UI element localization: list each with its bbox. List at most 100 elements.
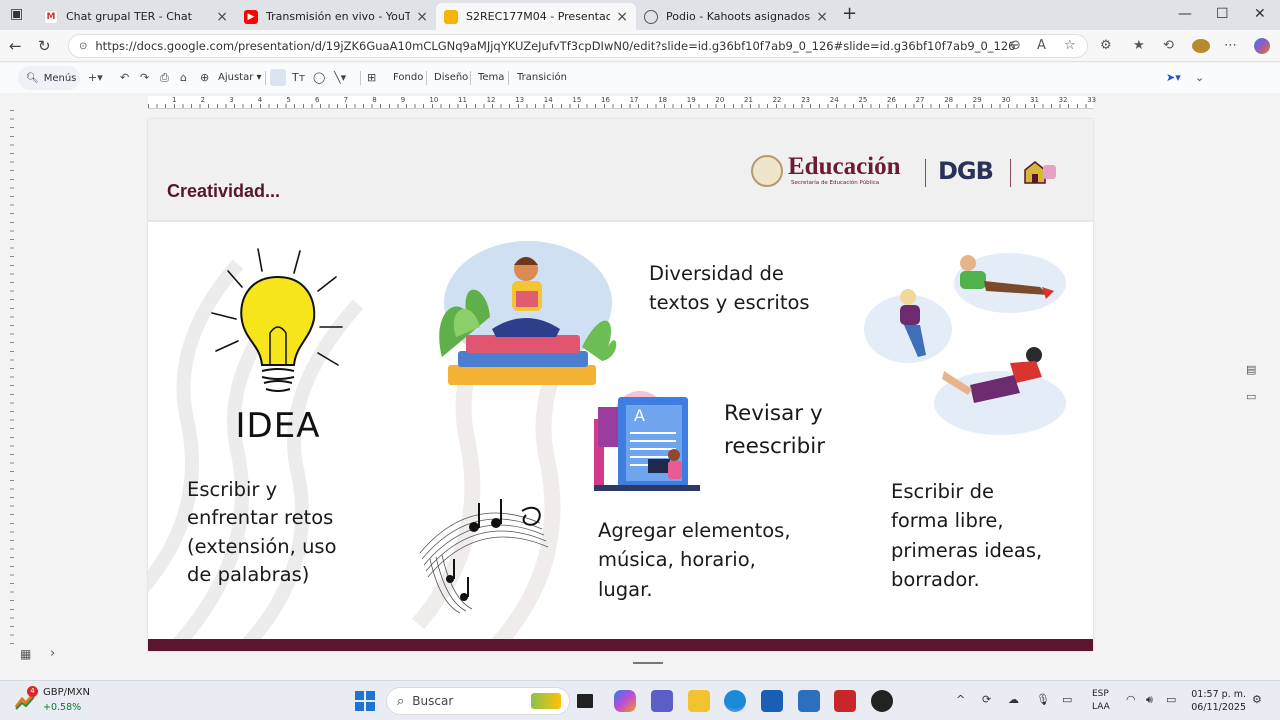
onedrive-icon[interactable]: ☁	[1008, 693, 1019, 706]
display-icon[interactable]: ▭	[1062, 693, 1072, 706]
document-writing-illustration: A	[594, 391, 700, 491]
zoom-select[interactable]: Ajustar ▾	[218, 72, 262, 83]
read-aloud-icon[interactable]: A	[1037, 38, 1046, 53]
clock-date: 06/11/2025	[1191, 702, 1246, 713]
show-hidden-icons[interactable]: ^	[956, 693, 965, 706]
taskbar-search[interactable]: ⌕ Buscar	[386, 687, 570, 715]
chrome-icon[interactable]	[871, 690, 893, 712]
minimize-button[interactable]: —	[1178, 6, 1192, 22]
favorite-star-icon[interactable]: ☆	[1064, 38, 1076, 53]
paint-format-icon[interactable]: ⌂	[180, 71, 187, 84]
tab-youtube[interactable]: ▶ Transmisión en vivo - YouTube St ×	[236, 3, 436, 30]
ruler-tick-label: 4	[257, 96, 263, 104]
text-agregar[interactable]: Agregar elementos, música, horario, luga…	[598, 516, 791, 604]
ruler-tick-label: 31	[1030, 96, 1039, 104]
line-tool-icon[interactable]: ╲▾	[334, 71, 346, 84]
slide-title[interactable]: Creatividad...	[167, 181, 280, 202]
print-icon[interactable]: ⎙	[160, 71, 169, 85]
search-icon: ⌕	[397, 693, 405, 709]
text-libre[interactable]: Escribir de forma libre, primeras ideas,…	[891, 477, 1042, 594]
comment-icon[interactable]: ⊞	[367, 71, 376, 84]
close-tab-icon[interactable]: ×	[816, 9, 828, 25]
teams-icon[interactable]	[651, 690, 673, 712]
slide-header-band: Creatividad... Educación Secretaría de E…	[148, 119, 1093, 222]
back-icon[interactable]: ←	[9, 37, 22, 55]
ruler-tick-label: 10	[429, 96, 439, 104]
text-revisar[interactable]: Revisar y reescribir	[724, 397, 825, 464]
expand-filmstrip-icon[interactable]: ›	[50, 646, 55, 661]
battery-icon[interactable]: ▭	[1166, 693, 1176, 706]
reload-icon[interactable]: ↻	[38, 37, 51, 55]
music-notes-illustration	[419, 499, 549, 614]
undo-icon[interactable]: ↶	[120, 71, 129, 84]
sync-icon[interactable]: ⟳	[982, 693, 991, 706]
stock-change: +0.58%	[43, 702, 82, 713]
maximize-button[interactable]: ☐	[1216, 6, 1229, 22]
notification-badge: 4	[27, 686, 38, 697]
copilot-taskbar-icon[interactable]	[614, 690, 636, 712]
tab-chat[interactable]: M Chat grupal TER - Chat ×	[36, 3, 236, 30]
ruler-tick-label: 12	[486, 96, 496, 104]
task-view-icon[interactable]	[577, 694, 593, 708]
history-icon[interactable]: ⟲	[1163, 38, 1174, 53]
text-retos[interactable]: Escribir y enfrentar retos (extensión, u…	[187, 476, 337, 590]
input-tools-icon[interactable]: ➤▾	[1166, 71, 1181, 84]
file-explorer-icon[interactable]	[688, 690, 710, 712]
speaker-notes-handle[interactable]	[633, 662, 663, 664]
design-button[interactable]: Diseño	[434, 72, 468, 83]
redo-icon[interactable]: ↷	[140, 71, 149, 84]
ruler-tick-label: 28	[944, 96, 954, 104]
new-tab-button[interactable]: +	[842, 3, 857, 24]
textbox-tool-icon[interactable]: Tт	[292, 71, 305, 84]
tab-slides[interactable]: S2REC177M04 - Presentaciones d ×	[436, 3, 636, 30]
boy-reading-books-illustration	[439, 241, 617, 385]
text-line: Escribir y	[187, 478, 278, 501]
tab-kahoot[interactable]: Podio - Kahoots asignados - Kaho ×	[636, 3, 836, 30]
shape-tool-icon[interactable]: ◯	[313, 71, 325, 84]
stock-name[interactable]: GBP/MXN	[43, 687, 90, 698]
folder-icon[interactable]: ▭	[1246, 390, 1256, 403]
notifications-icon[interactable]: ⚙	[1252, 693, 1262, 706]
store-icon[interactable]	[761, 690, 783, 712]
whiteboard-icon[interactable]	[798, 690, 820, 712]
copilot-icon[interactable]	[1254, 38, 1270, 54]
zoom-icon[interactable]: ⊕	[200, 71, 209, 84]
close-tab-icon[interactable]: ×	[616, 9, 628, 25]
mcafee-icon[interactable]	[834, 690, 856, 712]
clock-time: 01:57 p. m.	[1191, 689, 1246, 700]
tab-actions-icon[interactable]: ▣	[10, 6, 23, 22]
text-diversidad[interactable]: Diversidad de textos y escritos	[649, 259, 810, 318]
keep-notes-icon[interactable]: ▤	[1246, 363, 1256, 376]
zoom-icon[interactable]: ⊖	[1010, 38, 1021, 53]
language-indicator[interactable]: ESP LAA	[1092, 688, 1110, 714]
favorites-icon[interactable]: ★	[1133, 38, 1145, 53]
more-options-icon[interactable]: ⋯	[1224, 38, 1237, 53]
windows-start-icon[interactable]	[354, 690, 376, 712]
volume-icon[interactable]: 🔊︎	[1146, 693, 1153, 707]
text-line: reescribir	[724, 434, 826, 460]
menus-search[interactable]: 🔍︎ Menús	[18, 66, 80, 90]
logo-divider	[925, 159, 926, 187]
ruler-tick-label: 30	[1001, 96, 1011, 104]
close-window-button[interactable]: ✕	[1254, 6, 1266, 22]
theme-button[interactable]: Tema	[478, 72, 504, 83]
system-clock[interactable]: 01:57 p. m. 06/11/2025	[1190, 688, 1246, 714]
microphone-icon[interactable]: 🎙︎	[1036, 693, 1050, 706]
svg-text:A: A	[634, 406, 645, 425]
toolbar-divider	[470, 71, 471, 85]
close-tab-icon[interactable]: ×	[416, 9, 428, 25]
wifi-icon[interactable]: ◠	[1126, 693, 1136, 706]
site-info-icon[interactable]: ⊙	[79, 41, 87, 52]
close-tab-icon[interactable]: ×	[216, 9, 228, 25]
edge-browser-icon[interactable]	[724, 690, 746, 712]
profile-avatar[interactable]	[1192, 39, 1210, 53]
slide-canvas[interactable]: Creatividad... Educación Secretaría de E…	[148, 119, 1093, 651]
background-button[interactable]: Fondo	[393, 72, 423, 83]
transition-button[interactable]: Transición	[517, 72, 567, 83]
grid-view-icon[interactable]: ▦	[20, 647, 31, 661]
collapse-toolbar-icon[interactable]: ⌄	[1195, 71, 1204, 84]
horizontal-ruler: 1 2 3 4 5 6 7 8 9 10 11 12 13 14 15 16 17 18 19 20 21 22 23 24 2…	[148, 96, 1096, 109]
extensions-icon[interactable]: ⚙	[1100, 38, 1112, 53]
url-field[interactable]: ⊙ https://docs.google.com/presentation/d…	[68, 34, 1088, 58]
new-slide-icon[interactable]: +▾	[88, 71, 103, 84]
